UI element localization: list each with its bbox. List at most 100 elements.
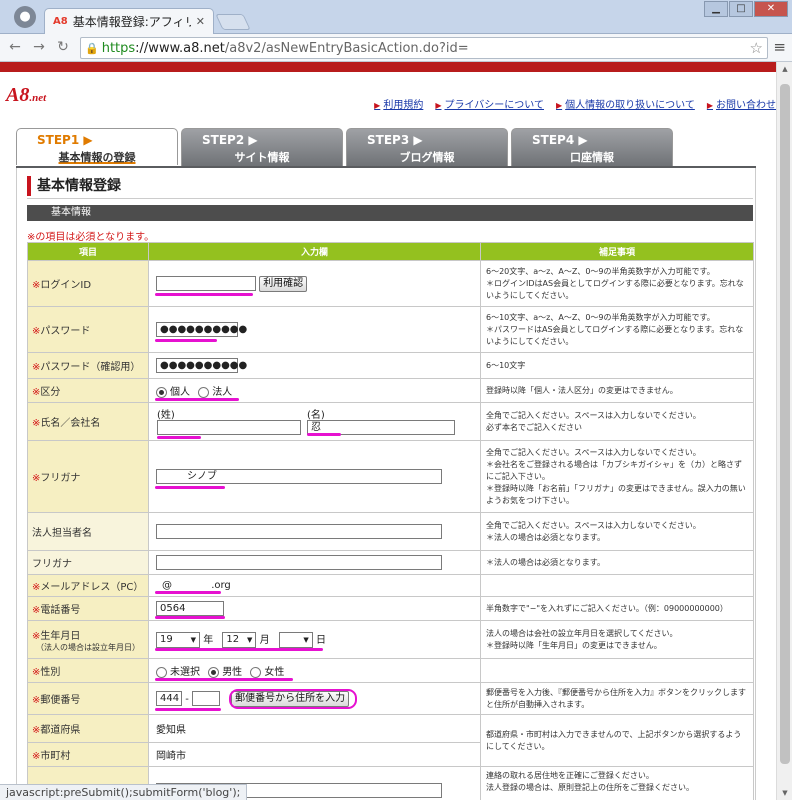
scroll-down-icon[interactable]: ▼ [777,786,792,800]
step-tab-3[interactable]: STEP3 ▶ ブログ情報 [346,128,508,166]
column-header-item: 項目 [27,242,149,261]
pref-value: 愛知県 [156,725,186,736]
label-text: 郵便番号 [40,695,81,706]
birth-month-select[interactable]: 12 [222,632,257,648]
step-tab-4[interactable]: STEP4 ▶ 口座情報 [511,128,673,166]
logo-main: A8 [6,84,30,106]
back-arrow-icon[interactable]: ← [6,38,24,56]
minimize-icon[interactable]: ▁ [704,1,728,17]
highlight-underline [157,436,201,439]
year-unit: 年 [203,635,214,646]
radio-corporation[interactable] [198,386,210,398]
tab-title: 基本情報登録:アフィリ [72,15,191,29]
page-title: 基本情報登録 [27,176,121,196]
arrow-right-icon: ▶ [435,101,442,110]
furigana-input[interactable]: シノブ [156,469,442,484]
privacy-link[interactable]: ▶ プライバシーについて [435,96,544,111]
browser-tab[interactable]: A8 基本情報登録:アフィリ ✕ [44,8,214,34]
step-name: 口座情報 [570,151,614,164]
password-input[interactable]: ●●●●●●●●●● [156,322,247,337]
password-label: ※パスワード [27,306,149,353]
radio-male[interactable] [208,666,220,678]
arrow-right-icon: ▶ [555,101,563,110]
login-id-input[interactable] [156,276,256,291]
incognito-avatar-icon[interactable]: ● [14,6,36,28]
step-tab-2[interactable]: STEP2 ▶ サイト情報 [181,128,343,166]
terms-link[interactable]: ▶ 利用規約 [374,96,423,111]
highlight-underline [155,678,293,681]
password-confirm-input[interactable]: ●●●●●●●●●● [156,358,247,373]
table-row: ※ログインID 利用確認 6〜20文字、a〜z、A〜Z、0〜9の半角英数字が入力… [27,260,754,307]
table-row: ※メールアドレス（PC） @ .org [27,574,754,597]
label-text: 性別 [40,667,61,678]
corp-furigana-label: フリガナ [27,550,149,575]
label-text: 都道府県 [40,725,81,736]
radio-female-label[interactable]: 女性 [264,667,284,678]
forward-arrow-icon[interactable]: → [30,38,48,56]
arrow-right-icon: ▶ [374,101,381,110]
phone-input[interactable]: 0564 [156,601,224,616]
address-bar[interactable]: 🔒 https://www.a8.net/a8v2/asNewEntryBasi… [80,37,768,59]
table-row: 法人担当者名 全角でご記入ください。スペースは入力しないでください。 ＊法人の場… [27,512,754,551]
birth-label: ※生年月日 （法人の場合は設立年月日） [27,620,149,659]
step-number: STEP4 ▶ [532,133,588,147]
corp-furigana-input[interactable] [156,555,442,570]
table-row: ※都道府県 愛知県 都道府県・市町村は入力できませんので、上記ボタンから選択する… [27,714,754,767]
scroll-up-icon[interactable]: ▲ [777,62,792,76]
corp-contact-cell [148,512,481,551]
vertical-scrollbar[interactable]: ▲ ▼ [776,62,792,800]
birth-day-select[interactable] [278,632,313,648]
step-tab-1[interactable]: STEP1 ▶ 基本情報の登録 [16,128,178,168]
radio-individual-label[interactable]: 個人 [170,387,190,398]
contact-link[interactable]: ▶ お問い合わせ [707,96,776,111]
table-row: ※郵便番号 444 - 郵便番号から住所を入力 郵便番号を入力後、『郵便番号から… [27,682,754,715]
birth-sublabel: （法人の場合は設立年月日） [36,642,140,652]
zip-note: 郵便番号を入力後、『郵便番号から住所を入力』ボタンをクリックしますと住所が自動挿… [480,682,754,715]
header-links: ▶ 利用規約 ▶ プライバシーについて ▶ 個人情報の取り扱いについて ▶ お問い合わせ [374,96,776,111]
password-note: 6〜10文字、a〜z、A〜Z、0〜9の半角英数字が入力可能です。 ＊パスワードは… [480,306,754,353]
tab-close-icon[interactable]: ✕ [196,15,205,28]
privacy-link-label: プライバシーについて [444,100,544,111]
label-text: パスワード（確認用） [40,362,141,373]
gender-label: ※性別 [27,658,149,683]
furigana-cell: シノブ [148,440,481,513]
personal-info-link[interactable]: ▶ 個人情報の取り扱いについて [556,96,695,111]
check-availability-button[interactable]: 利用確認 [259,275,308,292]
zip-first-input[interactable]: 444 [156,691,182,706]
zip-second-input[interactable] [191,691,220,706]
radio-male-label[interactable]: 男性 [222,667,242,678]
a8-logo[interactable]: A8.net [6,84,46,107]
mei-label: (名) [307,410,325,421]
corp-contact-input[interactable] [156,524,442,539]
maximize-icon[interactable]: □ [729,1,753,17]
menu-icon[interactable]: ≡ [773,38,786,56]
radio-individual[interactable] [156,386,167,398]
pref-label: ※都道府県 [27,714,149,743]
last-name-input[interactable] [157,420,301,435]
window-close-icon[interactable]: ✕ [754,1,788,17]
address-note: 連絡の取れる居住地を正確にご登録ください。 法人登録の場合は、原則登記上の住所を… [480,766,754,800]
label-text: 氏名／会社名 [40,418,101,429]
radio-corporation-label[interactable]: 法人 [212,387,232,398]
radio-unselected[interactable] [156,666,167,678]
city-cell: 岡崎市 [148,742,481,767]
city-value: 岡崎市 [156,751,186,762]
label-text: 電話番号 [40,605,81,616]
step-number: STEP1 ▶ [37,133,93,147]
login-id-cell: 利用確認 [148,260,481,307]
scrollbar-thumb[interactable] [780,84,790,764]
bookmark-star-icon[interactable]: ☆ [750,39,763,57]
browser-titlebar: ● A8 基本情報登録:アフィリ ✕ ▁ □ ✕ [0,0,792,34]
radio-unselected-label[interactable]: 未選択 [170,667,200,678]
table-row: ※生年月日（法人の場合は設立年月日） 19 年 12 月 日 法人の場合は会社の… [27,620,754,659]
step-number: STEP3 ▶ [367,133,423,147]
section-header: 基本情報 [27,205,753,221]
reload-icon[interactable]: ↻ [54,38,72,56]
furigana-note: 全角でご記入ください。スペースは入力しないでください。 ＊会社名をご登録される場… [480,440,754,513]
highlight-underline [155,486,225,489]
new-tab-button[interactable] [215,14,251,30]
lock-icon: 🔒 [85,41,99,55]
birth-year-select[interactable]: 19 [156,632,200,648]
top-red-bar [0,62,776,72]
radio-female[interactable] [250,666,262,678]
